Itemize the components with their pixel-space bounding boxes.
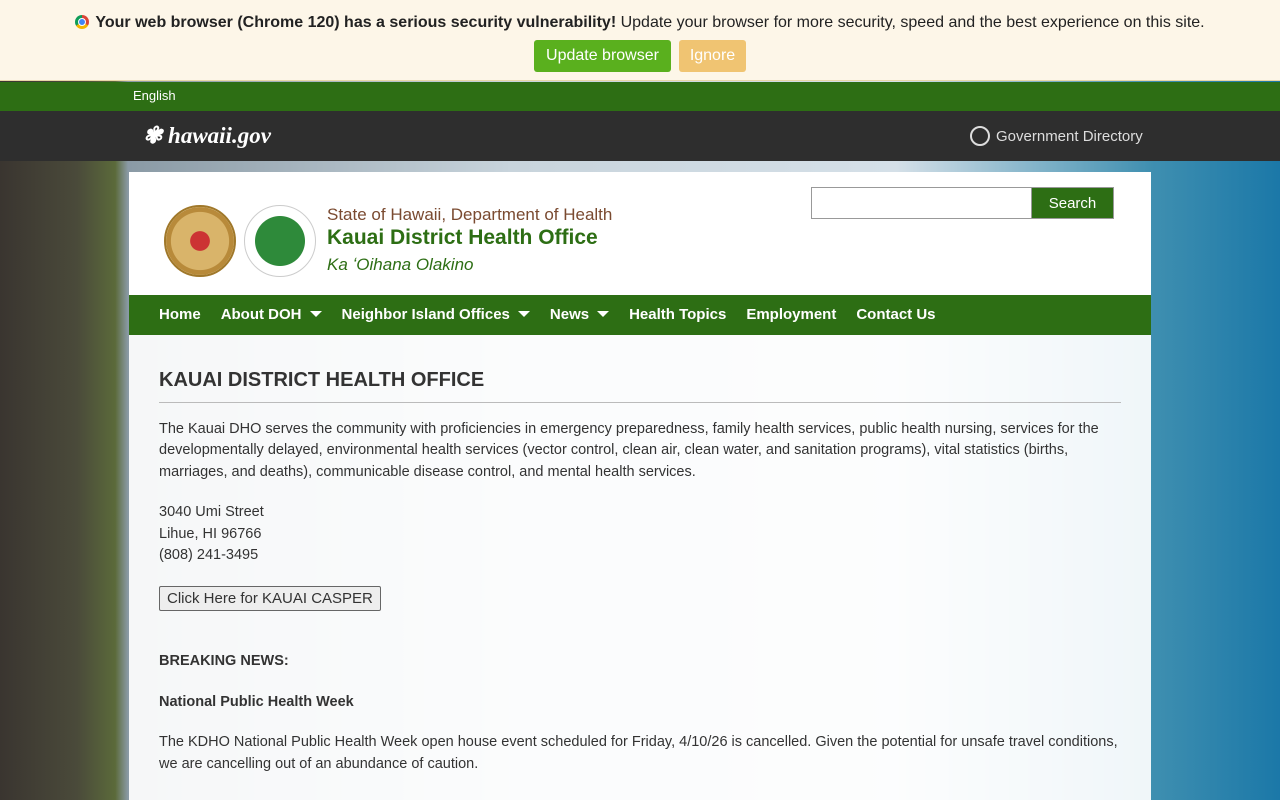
nav-health-topics[interactable]: Health Topics (629, 295, 726, 335)
hawaii-gov-text: hawaii.gov (168, 123, 271, 148)
page-title: KAUAI DISTRICT HEALTH OFFICE (159, 369, 1121, 403)
browser-update-banner: Your web browser (Chrome 120) has a seri… (0, 0, 1280, 81)
language-english[interactable]: English (133, 88, 176, 103)
office-title[interactable]: Kauai District Health Office (327, 226, 598, 250)
gov-bar: ✾ hawaii.gov Government Directory (0, 111, 1280, 161)
government-directory-link[interactable]: Government Directory (970, 126, 1143, 146)
nav-employment[interactable]: Employment (746, 295, 836, 335)
tagline: Ka ʻOihana Olakino (327, 255, 474, 274)
caret-down-icon (517, 311, 530, 317)
doh-seal-logo[interactable] (244, 205, 316, 277)
nav-contact-us[interactable]: Contact Us (856, 295, 935, 335)
department-name: State of Hawaii, Department of Health (327, 205, 613, 224)
site-header: State of Hawaii, Department of Health Ka… (129, 172, 1151, 295)
caret-down-icon (309, 311, 322, 317)
main-content: KAUAI DISTRICT HEALTH OFFICE The Kauai D… (159, 369, 1121, 794)
language-bar: English (0, 82, 1280, 111)
nav-about-doh[interactable]: About DOH (221, 295, 322, 335)
address: 3040 Umi Street Lihue, HI 96766 (808) 241-… (159, 504, 264, 563)
news-body: The KDHO National Public Health Week ope… (159, 734, 1118, 772)
nav-neighbor-island-offices[interactable]: Neighbor Island Offices (342, 295, 530, 335)
nav-news[interactable]: News (550, 295, 610, 335)
page-container: State of Hawaii, Department of Health Ka… (129, 172, 1151, 800)
banner-text: Update your browser for more security, s… (616, 14, 1205, 31)
hawaii-gov-logo[interactable]: ✾ hawaii.gov (143, 123, 271, 149)
government-directory-label: Government Directory (996, 128, 1143, 145)
state-seal-logo[interactable] (164, 205, 236, 277)
update-browser-button[interactable]: Update browser (534, 40, 671, 72)
banner-warning: Your web browser (Chrome 120) has a seri… (95, 14, 617, 31)
caret-down-icon (597, 311, 610, 317)
ignore-button[interactable]: Ignore (679, 40, 746, 72)
news-title: National Public Health Week (159, 693, 354, 710)
search-button[interactable]: Search (1031, 187, 1114, 219)
breaking-news-label: BREAKING NEWS: (159, 653, 289, 669)
globe-icon (970, 126, 990, 146)
kauai-casper-button[interactable]: Click Here for KAUAI CASPER (159, 585, 381, 611)
nav-home[interactable]: Home (159, 295, 201, 335)
hibiscus-icon: ✾ (143, 123, 169, 148)
intro-text: The Kauai DHO serves the community with … (159, 420, 1099, 480)
chrome-icon (75, 15, 90, 29)
main-nav: Home About DOH Neighbor Island Offices N… (129, 295, 1151, 335)
search-input[interactable] (811, 187, 1032, 219)
